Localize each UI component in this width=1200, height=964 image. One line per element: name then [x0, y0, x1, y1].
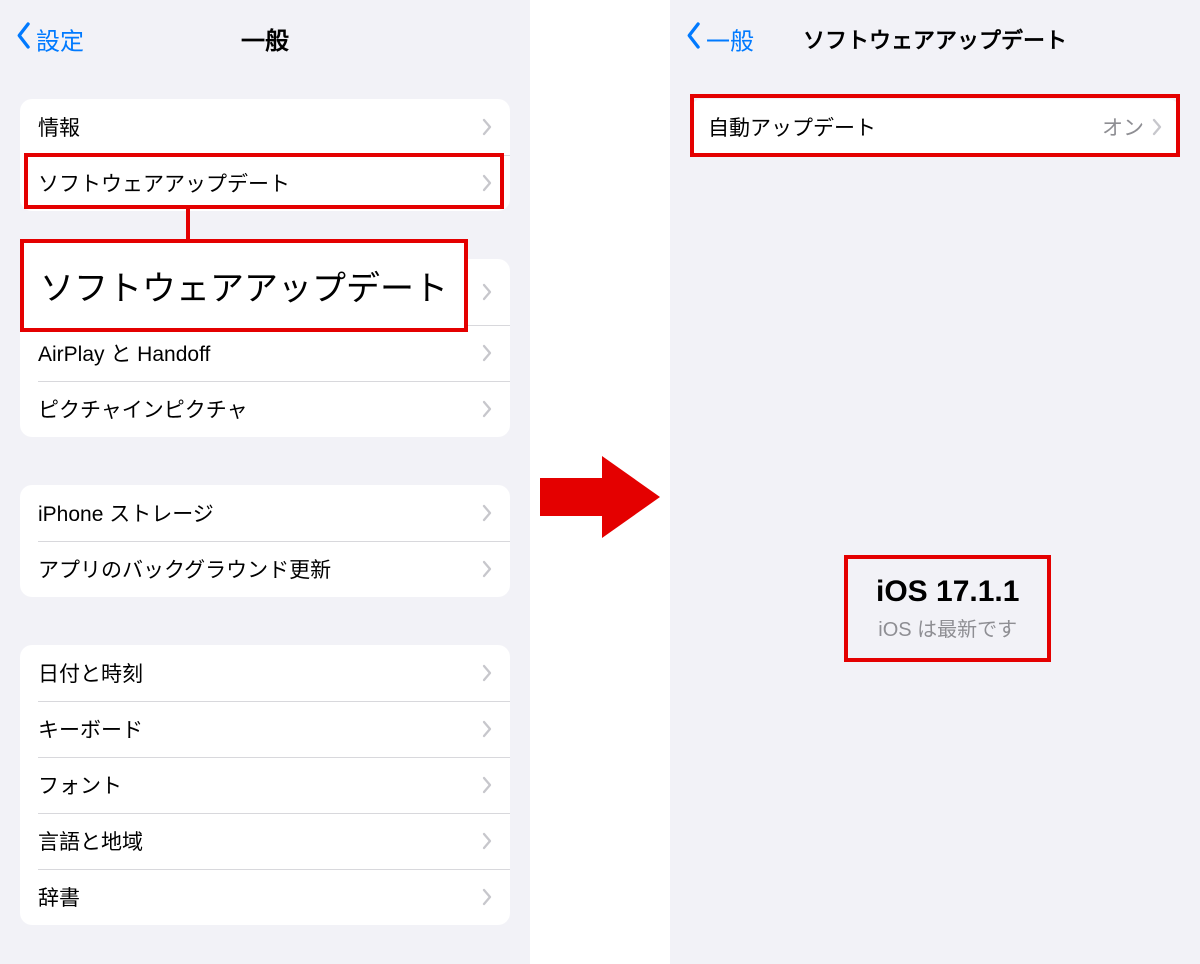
chevron-right-icon	[482, 174, 492, 192]
ios-status-message: iOS は最新です	[876, 613, 1019, 642]
row-software-update[interactable]: ソフトウェアアップデート	[20, 155, 510, 211]
group-3: iPhone ストレージ アプリのバックグラウンド更新	[20, 485, 510, 597]
back-button[interactable]: 一般	[684, 21, 754, 56]
row-label: 辞書	[38, 882, 80, 912]
row-font[interactable]: フォント	[20, 757, 510, 813]
chevron-right-icon	[482, 118, 492, 136]
row-background-refresh[interactable]: アプリのバックグラウンド更新	[20, 541, 510, 597]
back-label: 一般	[706, 21, 754, 56]
row-label: アプリのバックグラウンド更新	[38, 554, 331, 584]
left-screen: 設定 一般 情報 ソフトウェアアップデート AirPlay と Handoff	[0, 0, 530, 964]
chevron-right-icon	[482, 664, 492, 682]
row-label: 言語と地域	[38, 826, 143, 856]
row-about[interactable]: 情報	[20, 99, 510, 155]
highlight-connector	[186, 209, 190, 239]
chevron-right-icon	[482, 283, 492, 301]
right-screen: 一般 ソフトウェアアップデート 自動アップデート オン iOS 17.1.1 i…	[670, 0, 1200, 964]
row-value: オン	[1102, 112, 1144, 142]
row-label: 日付と時刻	[38, 658, 143, 688]
chevron-left-icon	[684, 21, 706, 56]
row-keyboard[interactable]: キーボード	[20, 701, 510, 757]
row-datetime[interactable]: 日付と時刻	[20, 645, 510, 701]
chevron-right-icon	[482, 832, 492, 850]
chevron-right-icon	[482, 400, 492, 418]
chevron-right-icon	[482, 560, 492, 578]
group-1: 情報 ソフトウェアアップデート	[20, 99, 510, 211]
nav-title: 一般	[241, 21, 289, 56]
callout-text: ソフトウェアアップデート	[40, 270, 448, 308]
chevron-right-icon	[482, 344, 492, 362]
chevron-right-icon	[482, 720, 492, 738]
row-label: ピクチャインピクチャ	[38, 394, 248, 424]
nav-title: ソフトウェアアップデート	[803, 23, 1067, 55]
group-auto-update: 自動アップデート オン	[690, 99, 1180, 155]
chevron-right-icon	[482, 776, 492, 794]
row-label: フォント	[38, 770, 122, 800]
back-label: 設定	[36, 21, 84, 56]
row-label: AirPlay と Handoff	[38, 338, 210, 368]
row-label: ソフトウェアアップデート	[38, 168, 290, 198]
chevron-right-icon	[482, 504, 492, 522]
row-airplay-handoff[interactable]: AirPlay と Handoff	[20, 325, 510, 381]
row-label: 情報	[38, 112, 80, 142]
chevron-left-icon	[14, 21, 36, 56]
group-4: 日付と時刻 キーボード フォント 言語と地域 辞書	[20, 645, 510, 925]
row-language-region[interactable]: 言語と地域	[20, 813, 510, 869]
highlight-callout: ソフトウェアアップデート	[20, 239, 468, 332]
ios-version: iOS 17.1.1	[876, 575, 1019, 609]
back-button[interactable]: 設定	[14, 21, 84, 56]
row-label: iPhone ストレージ	[38, 498, 214, 528]
chevron-right-icon	[482, 888, 492, 906]
row-label: キーボード	[38, 714, 143, 744]
nav-bar: 設定 一般	[0, 0, 530, 77]
row-dictionary[interactable]: 辞書	[20, 869, 510, 925]
chevron-right-icon	[1152, 118, 1162, 136]
row-label: 自動アップデート	[708, 112, 876, 142]
highlight-status-box: iOS 17.1.1 iOS は最新です	[844, 555, 1051, 662]
row-picture-in-picture[interactable]: ピクチャインピクチャ	[20, 381, 510, 437]
row-iphone-storage[interactable]: iPhone ストレージ	[20, 485, 510, 541]
row-auto-update[interactable]: 自動アップデート オン	[690, 99, 1180, 155]
nav-bar: 一般 ソフトウェアアップデート	[670, 0, 1200, 77]
arrow-icon	[540, 452, 660, 542]
